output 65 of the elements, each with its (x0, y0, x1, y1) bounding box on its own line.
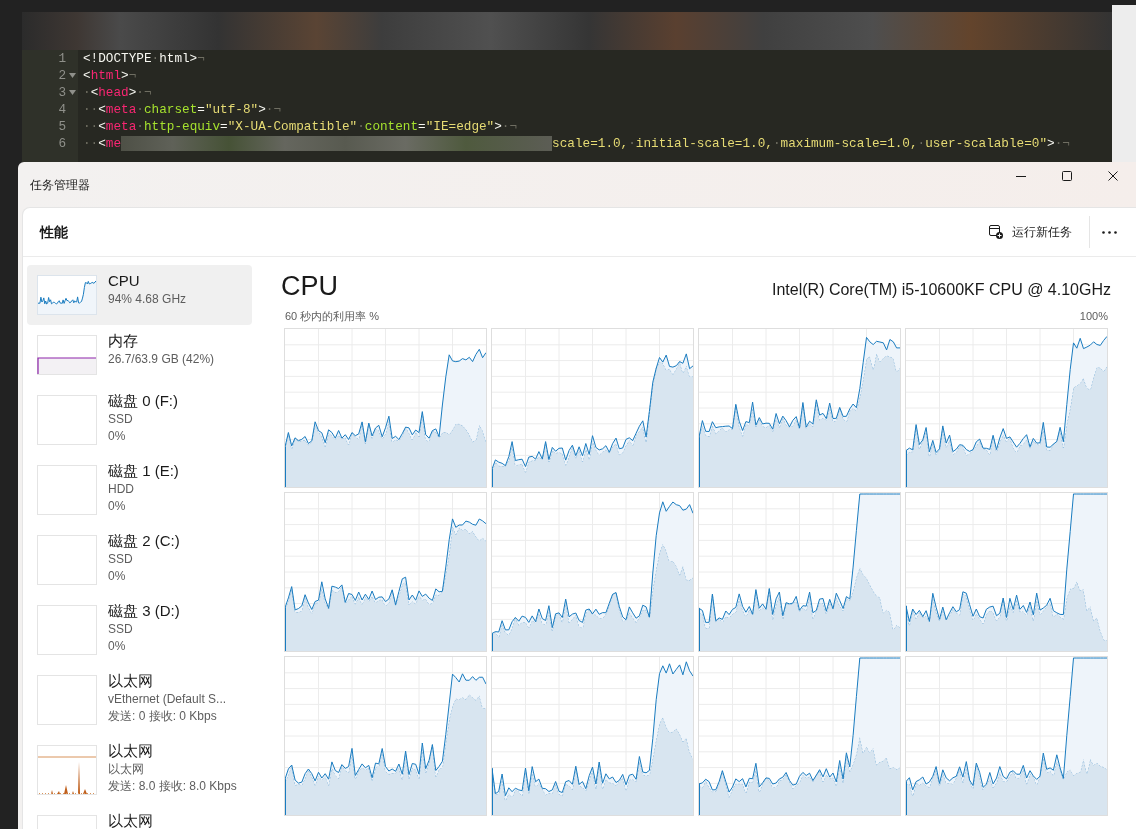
item-title: 磁盘 3 (D:) (108, 601, 180, 621)
item-detail: 0% (108, 638, 127, 655)
item-detail: 94% 4.68 GHz (108, 291, 187, 308)
graph-caption: 60 秒内的利用率 % (285, 309, 380, 323)
sidebar-item[interactable]: 磁盘 0 (F:) SSD 0% (27, 385, 252, 455)
sidebar-item[interactable]: 磁盘 1 (E:) HDD 0% (27, 455, 252, 525)
item-detail: 发送: 8.0 接收: 8.0 Kbps (108, 778, 237, 795)
item-detail: SSD (108, 551, 134, 568)
run-new-task-button[interactable]: 运行新任务 (982, 216, 1081, 248)
maximize-icon (1062, 171, 1072, 181)
graph-scale-label: 100% (1079, 309, 1108, 323)
cpu-sparkline (37, 275, 97, 315)
item-detail: 以太网 (108, 761, 145, 778)
line-number: 3 (58, 84, 66, 101)
item-detail: SSD (108, 621, 134, 638)
sidebar-item[interactable]: 磁盘 2 (C:) SSD 0% (27, 525, 252, 595)
item-detail: HDD (108, 481, 135, 498)
sidebar-item[interactable]: 内存 26.7/63.9 GB (42%) (27, 325, 252, 385)
sidebar-item[interactable]: 磁盘 3 (D:) SSD 0% (27, 595, 252, 665)
code-text: ··<meta·charset="utf-8">·¬ (83, 101, 282, 118)
item-detail: 26.7/63.9 GB (42%) (108, 351, 215, 368)
sidebar-item[interactable]: 以太网 以太网 发送: 8.0 接收: 8.0 Kbps (27, 735, 252, 805)
page-title: 性能 (40, 222, 68, 242)
disk-activity-graph (37, 605, 97, 655)
fold-arrow-icon[interactable] (68, 90, 76, 95)
line-number: 5 (58, 118, 66, 135)
item-detail: SSD (108, 411, 134, 428)
line-number: 1 (58, 50, 66, 67)
new-task-icon (989, 225, 1003, 239)
code-text: <!DOCTYPE·html>¬ (83, 50, 205, 67)
sidebar-item[interactable]: 以太网 (27, 805, 252, 829)
memory-sparkline (37, 335, 97, 375)
item-detail: vEthernet (Default S... (108, 691, 227, 708)
item-title: 磁盘 0 (F:) (108, 391, 178, 411)
code-text: <html>¬ (83, 67, 137, 84)
item-title: 以太网 (108, 811, 153, 829)
line-number: 4 (58, 101, 66, 118)
minimize-icon (1016, 175, 1026, 177)
processor-name: Intel(R) Core(TM) i5-10600KF CPU @ 4.10GHz (772, 280, 1111, 300)
item-detail: 发送: 0 接收: 0 Kbps (108, 708, 218, 725)
window-title: 任务管理器 (30, 176, 90, 194)
item-detail: 0% (108, 568, 127, 585)
item-title: CPU (108, 271, 141, 291)
fold-arrow-icon[interactable] (68, 73, 76, 78)
item-detail: 0% (108, 498, 127, 515)
resource-title: CPU (281, 270, 338, 303)
disk-activity-graph (37, 395, 97, 445)
line-number: 6 (58, 135, 66, 152)
more-icon (1101, 230, 1117, 234)
code-text: ·<head>·¬ (83, 84, 152, 101)
item-detail: 0% (108, 428, 127, 445)
item-title: 磁盘 1 (E:) (108, 461, 179, 481)
item-title: 磁盘 2 (C:) (108, 531, 180, 551)
item-title: 以太网 (108, 671, 154, 691)
disk-activity-graph (37, 465, 97, 515)
code-text: ··<meta·http-equiv="X-UA-Compatible"·content="IE=edge">·¬ (83, 118, 518, 135)
sidebar-item[interactable]: 以太网 vEthernet (Default S... 发送: 0 接收: 0 Kbps (27, 665, 252, 735)
item-title: 内存 (108, 331, 139, 351)
line-number: 2 (58, 67, 66, 84)
close-icon (1108, 171, 1118, 181)
code-text: ··<me (83, 135, 122, 152)
sidebar-item[interactable]: CPU 94% 4.68 GHz (27, 265, 252, 325)
item-title: 以太网 (108, 741, 154, 761)
disk-activity-graph (37, 535, 97, 585)
code-text: scale=1.0,·initial-scale=1.0,·maximum-scale=1.0,·user-scalable=0">·¬ (552, 135, 1070, 152)
